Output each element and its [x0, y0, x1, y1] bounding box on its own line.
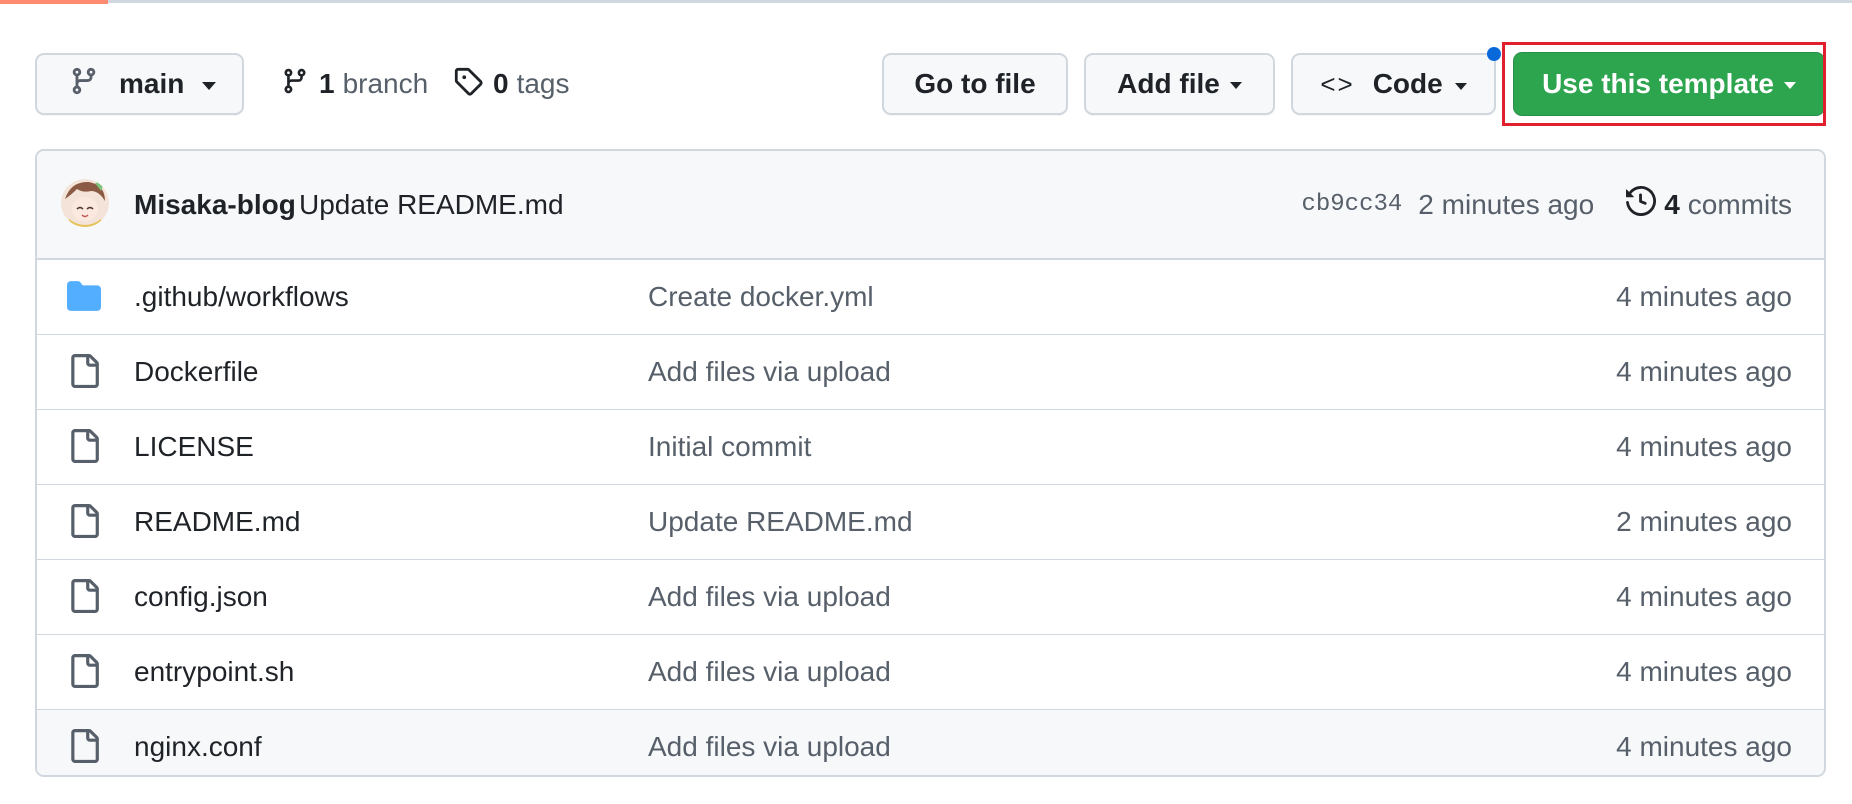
file-icon [67, 579, 101, 620]
table-row[interactable]: LICENSE Initial commit 4 minutes ago [37, 409, 1824, 484]
table-row[interactable]: README.md Update README.md 2 minutes ago [37, 484, 1824, 559]
chevron-down-icon [1229, 81, 1242, 89]
active-tab-indicator [0, 0, 108, 4]
file-commit-message-link[interactable]: Add files via upload [648, 656, 891, 688]
file-name-link[interactable]: nginx.conf [134, 731, 262, 763]
add-file-label: Add file [1117, 68, 1220, 99]
commit-author-link[interactable]: Misaka-blog [134, 189, 296, 221]
branch-name: main [119, 68, 185, 99]
code-label: Code [1372, 68, 1443, 99]
file-commit-time: 4 minutes ago [1616, 431, 1792, 462]
use-this-template-button[interactable]: Use this template [1513, 52, 1825, 116]
file-name-link[interactable]: config.json [134, 581, 268, 613]
file-commit-message-link[interactable]: Initial commit [648, 431, 811, 463]
table-row[interactable]: entrypoint.sh Add files via upload 4 min… [37, 634, 1824, 709]
avatar[interactable] [61, 179, 109, 227]
file-name-link[interactable]: README.md [134, 506, 300, 538]
chevron-down-icon [1783, 81, 1796, 89]
tags-label: tags [516, 68, 570, 99]
commits-history-link[interactable]: 4 commits [1626, 185, 1792, 223]
commit-details: cb9cc34 2 minutes ago 4 commits [1301, 185, 1792, 223]
file-icon [67, 654, 101, 695]
table-row[interactable]: .github/workflows Create docker.yml 4 mi… [37, 260, 1824, 334]
commit-message-link[interactable]: Update README.md [299, 189, 564, 221]
chevron-down-icon [1454, 82, 1467, 90]
table-row[interactable]: config.json Add files via upload 4 minut… [37, 559, 1824, 634]
go-to-file-label: Go to file [914, 68, 1036, 99]
file-commit-message-link[interactable]: Add files via upload [648, 356, 891, 388]
file-icon [67, 504, 101, 545]
file-commit-time: 4 minutes ago [1616, 656, 1792, 687]
file-icon [67, 729, 101, 770]
add-file-button[interactable]: Add file [1084, 53, 1275, 115]
file-commit-time: 4 minutes ago [1616, 581, 1792, 612]
table-row[interactable]: Dockerfile Add files via upload 4 minute… [37, 334, 1824, 409]
commits-count: 4 [1664, 188, 1680, 220]
file-rows: .github/workflows Create docker.yml 4 mi… [37, 260, 1824, 775]
file-commit-time: 4 minutes ago [1616, 356, 1792, 387]
repo-nav-underline [0, 0, 1852, 3]
folder-icon [67, 279, 101, 320]
branches-link[interactable]: 1 branch [281, 62, 428, 106]
tag-icon [453, 66, 493, 103]
file-name-link[interactable]: LICENSE [134, 431, 254, 463]
chevron-down-icon [202, 82, 217, 90]
commit-sha-link[interactable]: cb9cc34 [1301, 191, 1402, 218]
code-icon: <> [1320, 68, 1355, 99]
file-commit-message-link[interactable]: Add files via upload [648, 731, 891, 763]
git-branch-icon [69, 66, 99, 103]
file-commit-message-link[interactable]: Update README.md [648, 506, 913, 538]
file-name-link[interactable]: .github/workflows [134, 281, 349, 313]
file-icon [67, 429, 101, 470]
file-commit-time: 4 minutes ago [1616, 281, 1792, 312]
use-template-label: Use this template [1542, 68, 1774, 99]
git-branch-icon [281, 67, 319, 102]
commit-time: 2 minutes ago [1418, 188, 1595, 220]
branches-count: 1 [319, 68, 335, 99]
file-commit-message-link[interactable]: Create docker.yml [648, 281, 874, 313]
file-commit-time: 2 minutes ago [1616, 506, 1792, 537]
code-button[interactable]: <> Code [1291, 53, 1496, 115]
branches-label: branch [342, 68, 429, 99]
table-row[interactable]: nginx.conf Add files via upload 4 minute… [37, 709, 1824, 775]
tags-count: 0 [493, 68, 509, 99]
history-icon [1626, 185, 1657, 223]
file-commit-message-link[interactable]: Add files via upload [648, 581, 891, 613]
file-list: Misaka-blog Update README.md cb9cc34 2 m… [35, 149, 1826, 777]
go-to-file-button[interactable]: Go to file [882, 53, 1068, 115]
notification-dot [1487, 47, 1501, 61]
file-name-link[interactable]: entrypoint.sh [134, 656, 294, 688]
latest-commit-bar: Misaka-blog Update README.md cb9cc34 2 m… [37, 151, 1824, 260]
tags-link[interactable]: 0 tags [453, 62, 570, 106]
commits-label: commits [1687, 188, 1792, 220]
file-icon [67, 354, 101, 395]
branch-selector-button[interactable]: main [35, 53, 244, 115]
file-name-link[interactable]: Dockerfile [134, 356, 258, 388]
file-commit-time: 4 minutes ago [1616, 731, 1792, 762]
